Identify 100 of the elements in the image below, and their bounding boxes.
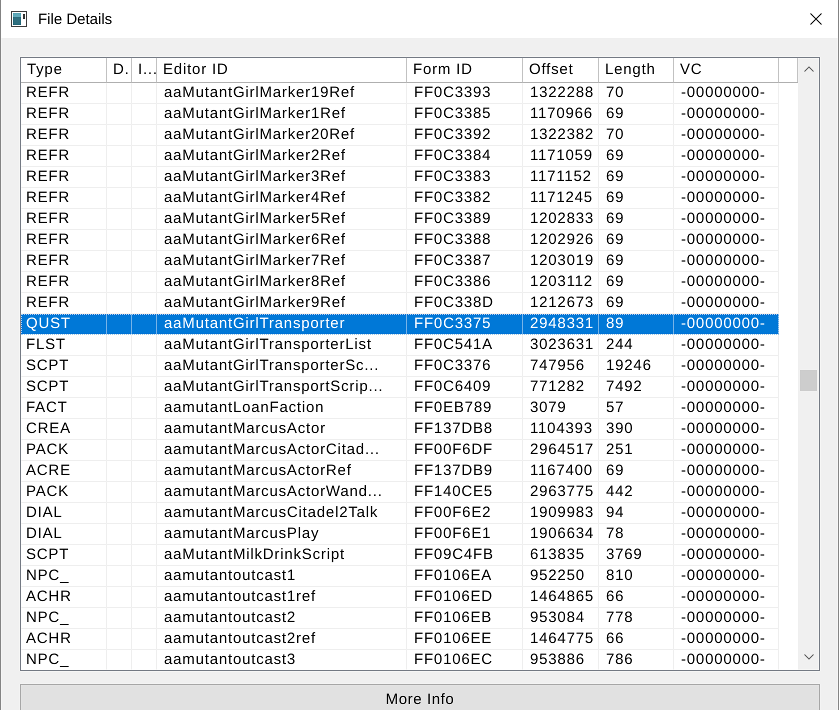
table-cell: FF0C3388: [407, 230, 523, 250]
table-cell: -00000000-: [674, 230, 779, 250]
scrollbar[interactable]: [798, 58, 819, 670]
table-cell: -00000000-: [674, 587, 779, 607]
table-cell: aaMutantGirlMarker6Ref: [157, 230, 407, 250]
table-cell: 747956: [523, 356, 599, 376]
table-cell: -00000000-: [674, 377, 779, 397]
table-cell: FF0C3382: [407, 188, 523, 208]
table-cell: FF0C3386: [407, 272, 523, 292]
table-cell: -00000000-: [674, 524, 779, 544]
scroll-down-icon[interactable]: [804, 654, 814, 660]
table-cell: 1203112: [523, 272, 599, 292]
table-cell: aamutantMarcusActorWand...: [157, 482, 407, 502]
table-cell: 2948331: [523, 314, 599, 334]
table-cell: 89: [599, 314, 674, 334]
table-cell: -00000000-: [674, 104, 779, 124]
table-cell: aamutantMarcusActorRef: [157, 461, 407, 481]
table-cell: FF0C3385: [407, 104, 523, 124]
table-cell: aaMutantGirlMarker19Ref: [157, 83, 407, 103]
table-cell: -00000000-: [674, 629, 779, 649]
table-cell: -00000000-: [674, 314, 779, 334]
close-icon[interactable]: [810, 13, 822, 25]
list-row[interactable]: SCPT aaMutantMilkDrinkScript FF09C4FB 613835 3769 -00000000-: [21, 545, 779, 566]
list-row[interactable]: DIAL aamutantMarcusPlay FF00F6E1 1906634 78 -00000000-: [21, 524, 779, 545]
table-cell: 69: [599, 188, 674, 208]
table-cell: FLST: [21, 335, 107, 355]
table-cell: -00000000-: [674, 398, 779, 418]
table-cell: -00000000-: [674, 293, 779, 313]
scroll-up-icon[interactable]: [804, 66, 814, 72]
table-cell: aaMutantGirlTransporterList: [157, 335, 407, 355]
scroll-thumb[interactable]: [800, 370, 817, 391]
list-row[interactable]: REFR aaMutantGirlMarker8Ref FF0C3386 1203112 69 -00000000-: [21, 272, 779, 293]
table-cell: 19246: [599, 356, 674, 376]
table-cell: 786: [599, 650, 674, 670]
table-cell: REFR: [21, 146, 107, 166]
table-cell: 2963775: [523, 482, 599, 502]
list-row[interactable]: CREA aamutantMarcusActor FF137DB8 1104393 390 -00000000-: [21, 419, 779, 440]
list-row[interactable]: ACHR aamutantoutcast2ref FF0106EE 1464775 66 -00000000-: [21, 629, 779, 650]
list-row[interactable]: PACK aamutantMarcusActorWand... FF140CE5 2963775 442 -00000000-: [21, 482, 779, 503]
table-cell: 69: [599, 461, 674, 481]
list-row[interactable]: NPC_ aamutantoutcast1 FF0106EA 952250 810 -00000000-: [21, 566, 779, 587]
table-cell: -00000000-: [674, 167, 779, 187]
list-row[interactable]: REFR aaMutantGirlMarker3Ref FF0C3383 1171152 69 -00000000-: [21, 167, 779, 188]
table-cell: 390: [599, 419, 674, 439]
list-row[interactable]: REFR aaMutantGirlMarker6Ref FF0C3388 1202926 69 -00000000-: [21, 230, 779, 251]
table-cell: REFR: [21, 188, 107, 208]
list-row[interactable]: REFR aaMutantGirlMarker1Ref FF0C3385 1170966 69 -00000000-: [21, 104, 779, 125]
list-row[interactable]: REFR aaMutantGirlMarker5Ref FF0C3389 1202833 69 -00000000-: [21, 209, 779, 230]
table-cell: -00000000-: [674, 461, 779, 481]
table-cell: -00000000-: [674, 83, 779, 103]
list-row[interactable]: REFR aaMutantGirlMarker9Ref FF0C338D 1212673 69 -00000000-: [21, 293, 779, 314]
table-cell: FF0C541A: [407, 335, 523, 355]
table-cell: 613835: [523, 545, 599, 565]
table-cell: PACK: [21, 482, 107, 502]
table-cell: REFR: [21, 230, 107, 250]
table-cell: REFR: [21, 125, 107, 145]
list-row[interactable]: REFR aaMutantGirlMarker7Ref FF0C3387 1203019 69 -00000000-: [21, 251, 779, 272]
table-cell: aamutantoutcast3: [157, 650, 407, 670]
table-cell: -00000000-: [674, 440, 779, 460]
table-cell: FF0C6409: [407, 377, 523, 397]
table-cell: -00000000-: [674, 419, 779, 439]
table-cell: 1171245: [523, 188, 599, 208]
table-cell: -00000000-: [674, 188, 779, 208]
table-cell: FF0C3383: [407, 167, 523, 187]
table-cell: 1202926: [523, 230, 599, 250]
table-cell: CREA: [21, 419, 107, 439]
table-cell: 3079: [523, 398, 599, 418]
table-cell: aaMutantGirlMarker1Ref: [157, 104, 407, 124]
table-cell: 1909983: [523, 503, 599, 523]
table-cell: aaMutantGirlMarker7Ref: [157, 251, 407, 271]
table-cell: 78: [599, 524, 674, 544]
table-cell: -00000000-: [674, 545, 779, 565]
list-row[interactable]: PACK aamutantMarcusActorCitad... FF00F6DF 2964517 251 -00000000-: [21, 440, 779, 461]
list-row[interactable]: QUST aaMutantGirlTransporter FF0C3375 2948331 89 -00000000-: [21, 314, 779, 335]
table-cell: -00000000-: [674, 209, 779, 229]
list-row[interactable]: REFR aaMutantGirlMarker20Ref FF0C3392 1322382 70 -00000000-: [21, 125, 779, 146]
table-cell: ACRE: [21, 461, 107, 481]
table-cell: 1212673: [523, 293, 599, 313]
table-cell: 66: [599, 629, 674, 649]
list-row[interactable]: SCPT aaMutantGirlTransportScrip... FF0C6409 771282 7492 -00000000-: [21, 377, 779, 398]
list-row[interactable]: REFR aaMutantGirlMarker4Ref FF0C3382 1171245 69 -00000000-: [21, 188, 779, 209]
table-cell: -00000000-: [674, 272, 779, 292]
table-cell: 69: [599, 251, 674, 271]
list-row[interactable]: REFR aaMutantGirlMarker19Ref FF0C3393 1322288 70 -00000000-: [21, 83, 779, 104]
list-row[interactable]: REFR aaMutantGirlMarker2Ref FF0C3384 1171059 69 -00000000-: [21, 146, 779, 167]
table-cell: 2964517: [523, 440, 599, 460]
list-row[interactable]: DIAL aamutantMarcusCitadel2Talk FF00F6E2 1909983 94 -00000000-: [21, 503, 779, 524]
list-row[interactable]: ACRE aamutantMarcusActorRef FF137DB9 1167400 69 -00000000-: [21, 461, 779, 482]
more-info-button[interactable]: More Info: [20, 684, 820, 710]
table-cell: aaMutantGirlMarker3Ref: [157, 167, 407, 187]
list-row[interactable]: SCPT aaMutantGirlTransporterSc... FF0C3376 747956 19246 -00000000-: [21, 356, 779, 377]
table-cell: 70: [599, 125, 674, 145]
table-cell: 1322288: [523, 83, 599, 103]
list-row[interactable]: NPC_ aamutantoutcast2 FF0106EB 953084 778 -00000000-: [21, 608, 779, 629]
list-row[interactable]: ACHR aamutantoutcast1ref FF0106ED 1464865 66 -00000000-: [21, 587, 779, 608]
table-cell: FF0C338D: [407, 293, 523, 313]
table-cell: aaMutantGirlMarker9Ref: [157, 293, 407, 313]
table-cell: 952250: [523, 566, 599, 586]
list-row[interactable]: FLST aaMutantGirlTransporterList FF0C541A 3023631 244 -00000000-: [21, 335, 779, 356]
list-row[interactable]: FACT aamutantLoanFaction FF0EB789 3079 57 -00000000-: [21, 398, 779, 419]
